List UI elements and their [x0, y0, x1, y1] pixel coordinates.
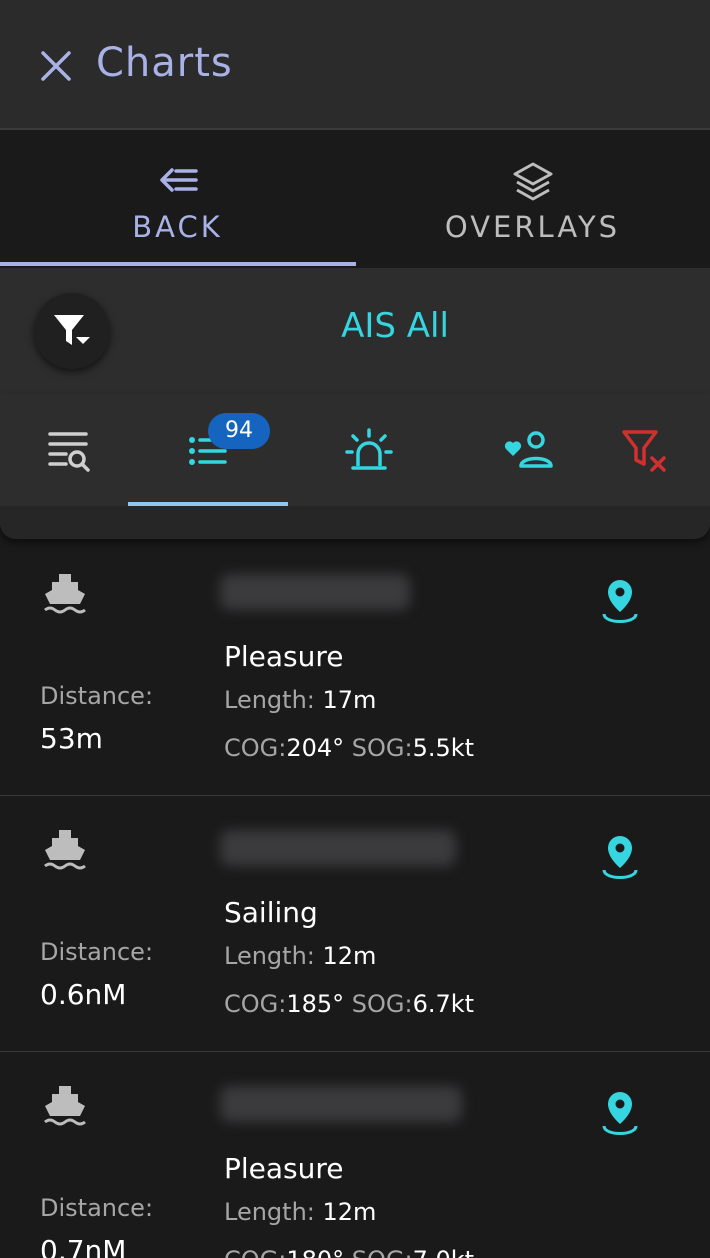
- list-item[interactable]: Distance: 0.7nM Pleasure Length: 12m COG…: [0, 1052, 710, 1258]
- vessel-cog-sog: COG:180° SOG:7.0kt: [224, 1246, 474, 1258]
- distance-label: Distance:: [40, 1194, 154, 1222]
- vessel-name-redacted: [220, 1086, 462, 1122]
- toolbar-shadow: [0, 506, 710, 539]
- vessel-length: Length: 12m: [224, 942, 377, 970]
- vessel-count-badge: 94: [208, 413, 270, 449]
- filter-label: AIS All: [341, 306, 449, 346]
- vessel-name-redacted: [220, 574, 410, 610]
- map-pin-icon[interactable]: [600, 578, 640, 624]
- distance-value: 0.7nM: [40, 1234, 127, 1258]
- search-list-icon[interactable]: [46, 426, 96, 476]
- distance-value: 0.6nM: [40, 978, 127, 1011]
- vessel-type: Pleasure: [224, 1152, 344, 1185]
- vessel-length: Length: 12m: [224, 1198, 377, 1226]
- tab-bar: BACK OVERLAYS: [0, 132, 710, 268]
- app-header: Charts: [0, 0, 710, 130]
- tab-overlays-label: OVERLAYS: [444, 210, 621, 244]
- map-pin-icon[interactable]: [600, 834, 640, 880]
- active-tab-indicator: [0, 262, 356, 266]
- vessel-list: Distance: 53m Pleasure Length: 17m COG:2…: [0, 540, 710, 1258]
- ship-icon: [44, 574, 86, 614]
- filter-remove-icon[interactable]: [620, 426, 670, 476]
- tab-back[interactable]: BACK: [0, 132, 355, 268]
- list-item[interactable]: Distance: 53m Pleasure Length: 17m COG:2…: [0, 540, 710, 796]
- alarm-light-icon[interactable]: [344, 426, 394, 476]
- ship-icon: [44, 830, 86, 870]
- ship-icon: [44, 1086, 86, 1126]
- favorite-person-icon[interactable]: [503, 426, 553, 476]
- page-title: Charts: [96, 40, 233, 86]
- active-view-indicator: [128, 502, 288, 506]
- filter-dropdown-icon: [54, 315, 90, 345]
- view-toolbar: 94: [0, 394, 710, 539]
- vessel-type: Pleasure: [224, 640, 344, 673]
- distance-label: Distance:: [40, 938, 154, 966]
- close-icon[interactable]: [38, 48, 74, 84]
- vessel-length: Length: 17m: [224, 686, 377, 714]
- vessel-name-redacted: [220, 830, 456, 866]
- tab-back-label: BACK: [132, 210, 223, 244]
- vessel-cog-sog: COG:185° SOG:6.7kt: [224, 990, 475, 1018]
- distance-label: Distance:: [40, 682, 154, 710]
- layers-icon: [513, 162, 552, 201]
- filter-bar: AIS All: [0, 268, 710, 394]
- filter-button[interactable]: [34, 293, 110, 369]
- vessel-cog-sog: COG:204° SOG:5.5kt: [224, 734, 475, 762]
- arrow-back-lines-icon: [159, 168, 198, 192]
- list-item[interactable]: Distance: 0.6nM Sailing Length: 12m COG:…: [0, 796, 710, 1052]
- tab-overlays[interactable]: OVERLAYS: [355, 132, 710, 268]
- vessel-type: Sailing: [224, 896, 318, 929]
- distance-value: 53m: [40, 722, 103, 755]
- map-pin-icon[interactable]: [600, 1090, 640, 1136]
